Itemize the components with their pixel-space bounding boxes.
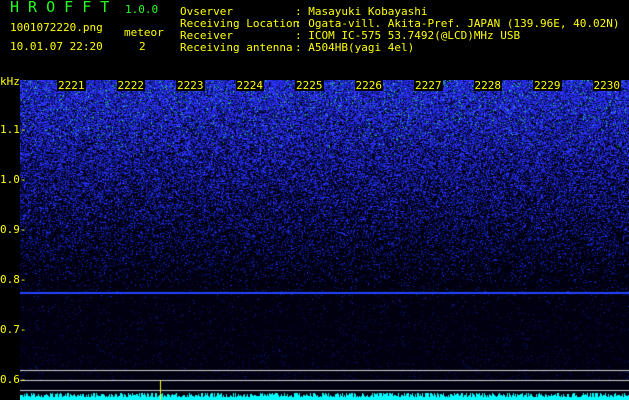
app-title: H R O F F T — [10, 0, 110, 16]
y-axis-label: 1.1- — [0, 123, 27, 136]
time-label: 2223 — [176, 79, 205, 92]
info-label: Receiving Location — [180, 17, 300, 30]
info-label: Ovserver — [180, 5, 233, 18]
y-unit: kHz — [0, 75, 20, 88]
antenna-value: A504HB(yagi 4el) — [308, 41, 415, 54]
spectrogram — [20, 80, 629, 400]
info-value: : ICOM IC-575 53.7492(@LCD)MHz USB — [295, 29, 521, 42]
time-label: 2225 — [295, 79, 324, 92]
y-axis-label: 0.8- — [0, 273, 27, 286]
y-axis-label: 0.9- — [0, 223, 27, 236]
y-axis-label: 0.6- — [0, 373, 27, 386]
app-version: 1.0.0 — [125, 3, 159, 16]
time-label: 2226 — [354, 79, 383, 92]
datetime: 10.01.07 22:20 — [10, 40, 103, 53]
time-label: 2228 — [473, 79, 502, 92]
y-axis-label: 0.7- — [0, 323, 27, 336]
file-name: 1001072220.png — [10, 21, 103, 34]
info-value: : Masayuki Kobayashi — [295, 5, 428, 18]
time-label: 2227 — [414, 79, 443, 92]
meteor-label: meteor — [124, 26, 164, 39]
time-label: 2229 — [533, 79, 562, 92]
info-label: Receiving antenna — [180, 41, 293, 54]
time-label: 2224 — [235, 79, 264, 92]
meteor-count: 2 — [139, 40, 146, 53]
y-axis-label: 1.0- — [0, 173, 27, 186]
info-value: : A504HB(yagi 4el) — [295, 41, 415, 54]
time-label: 2221 — [57, 79, 86, 92]
info-value: : Ogata-vill. Akita-Pref. JAPAN (139.96E… — [295, 17, 620, 30]
time-label: 2222 — [116, 79, 145, 92]
time-label: 2230 — [592, 79, 621, 92]
info-label: Receiver — [180, 29, 233, 42]
